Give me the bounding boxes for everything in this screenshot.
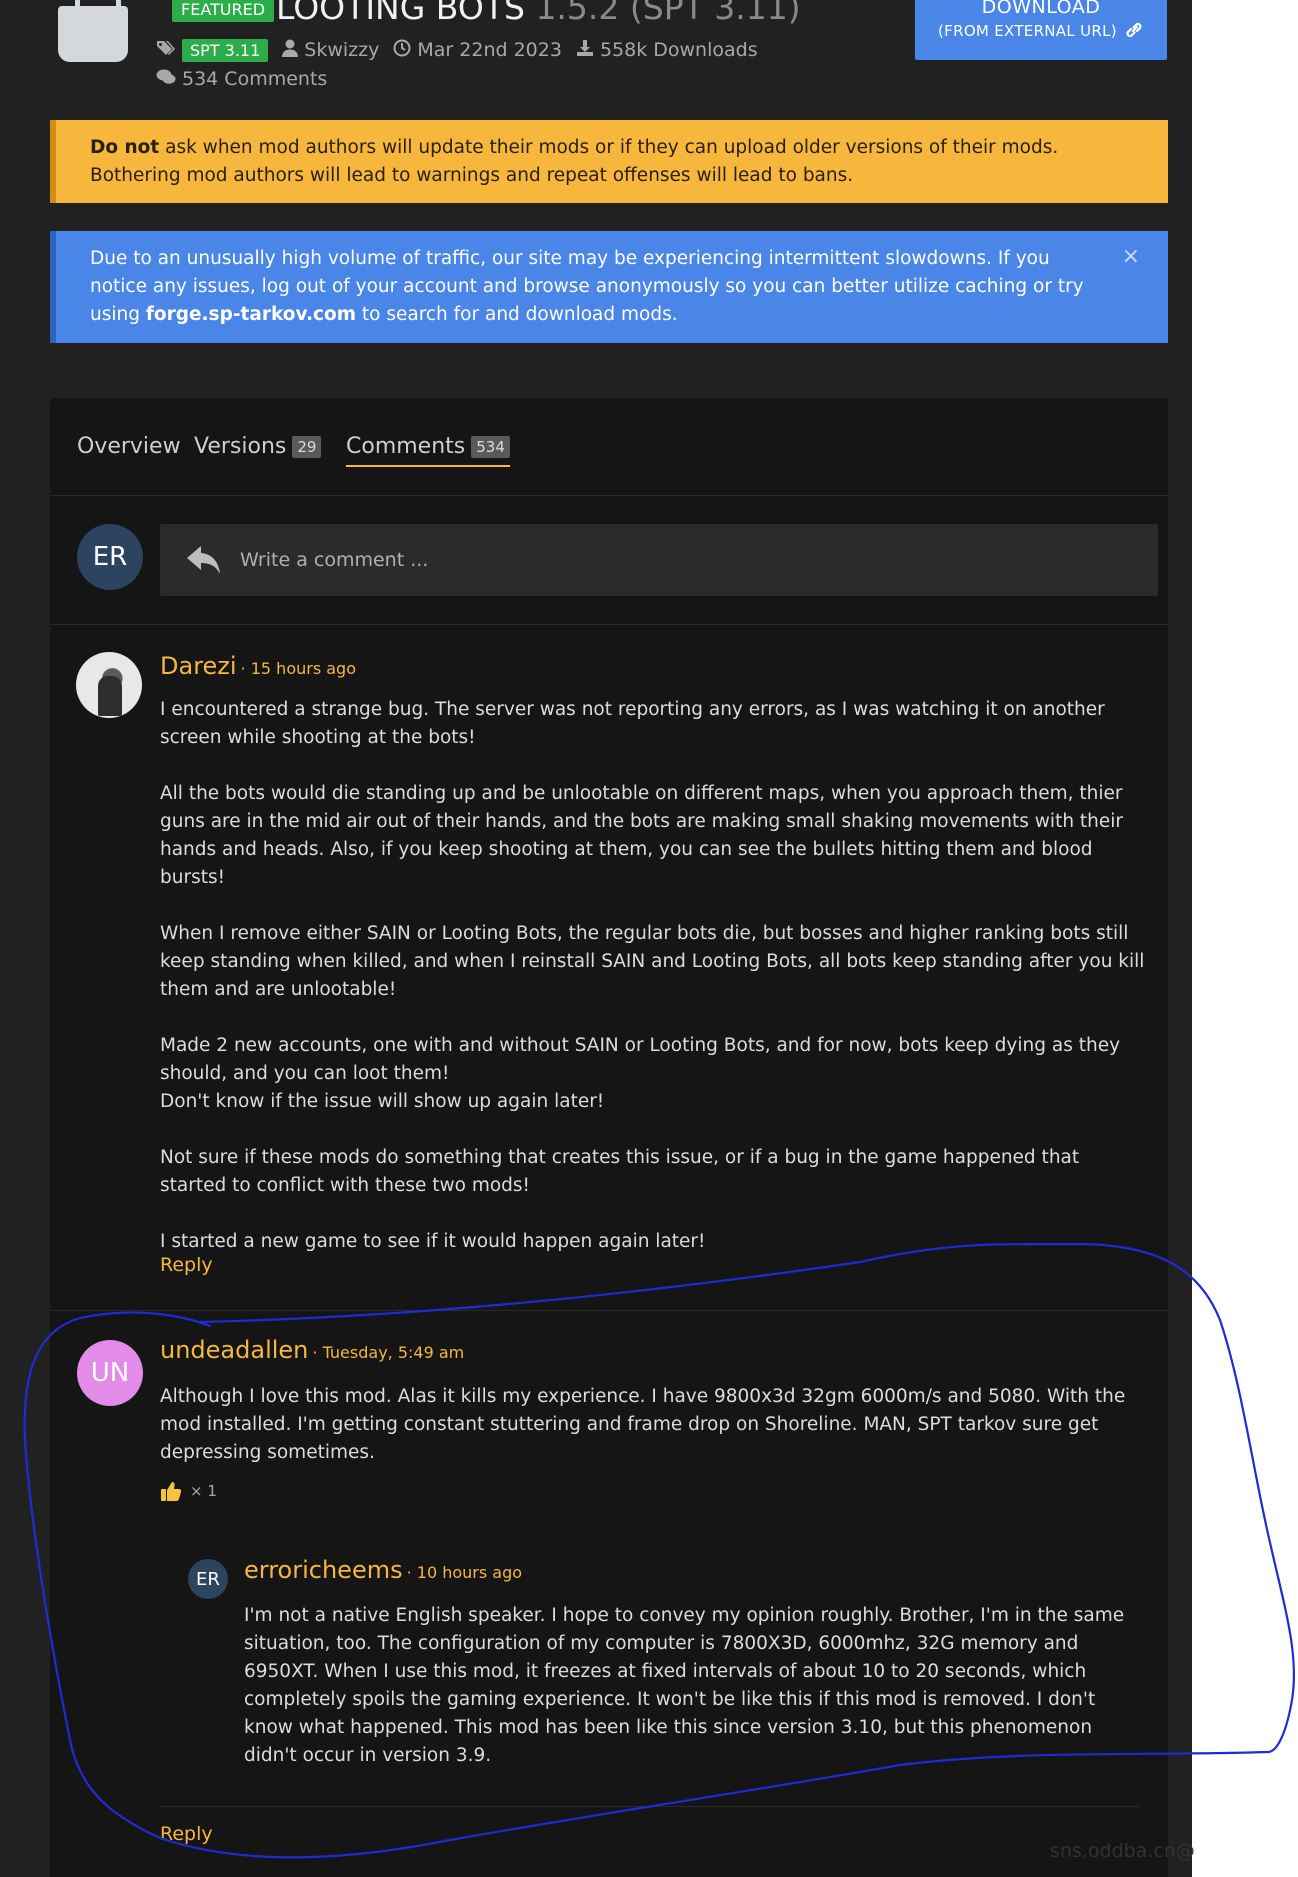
spt-version-badge[interactable]: SPT 3.11 — [182, 38, 269, 62]
meta-downloads: 558k Downloads — [576, 39, 758, 62]
forge-link[interactable]: forge.sp-tarkov.com — [146, 304, 356, 325]
comment-1-paragraph: When I remove either SAIN or Looting Bot… — [160, 923, 1145, 1000]
tab-overview-label: Overview — [77, 434, 181, 459]
tab-overview[interactable]: Overview — [77, 434, 181, 459]
comment-1-body: I encountered a strange bug. The server … — [160, 696, 1150, 1256]
meta-date: Mar 22nd 2023 — [393, 39, 562, 62]
comment-1-header: Darezi · 15 hours ago — [160, 652, 356, 680]
meta-comments[interactable]: 534 Comments — [156, 66, 327, 92]
comment-1-paragraph: All the bots would die standing up and b… — [160, 783, 1124, 888]
like-count: × 1 — [190, 1482, 217, 1500]
comment-1-time: · 15 hours ago — [240, 659, 356, 678]
mod-title-version: 1.5.2 (SPT 3.11) — [535, 0, 801, 27]
info-text-2: to search for and download mods. — [356, 304, 678, 325]
clock-icon — [393, 39, 411, 62]
comment-1-paragraph: Not sure if these mods do something that… — [160, 1147, 1080, 1196]
close-alert-icon[interactable]: × — [1122, 243, 1140, 271]
download-button[interactable]: DOWNLOAD (FROM EXTERNAL URL) — [915, 0, 1167, 60]
comment-1-paragraph: I started a new game to see if it would … — [160, 1231, 706, 1252]
comments-count-label: 534 Comments — [182, 68, 328, 90]
current-user-avatar: ER — [77, 524, 143, 590]
download-button-label: DOWNLOAD — [981, 0, 1101, 18]
comments-panel: Overview Versions 29 Comments 534 ER Wri… — [50, 398, 1168, 1877]
watermark: sns.oddba.cn@ — [1050, 1840, 1195, 1862]
meta-author[interactable]: Skwizzy — [282, 39, 379, 62]
comment-composer[interactable]: Write a comment ... — [160, 524, 1158, 596]
comment-2-reply-button[interactable]: Reply — [160, 1823, 213, 1845]
tag-icon — [156, 39, 176, 62]
undeadallen-avatar[interactable]: UN — [77, 1340, 143, 1406]
author-name: Skwizzy — [304, 39, 380, 61]
warning-text-2: Bothering mod authors will lead to warni… — [90, 165, 854, 186]
reply-1-author[interactable]: erroricheems — [244, 1556, 403, 1584]
comment-separator — [50, 1310, 1168, 1311]
reply-1-time: · 10 hours ago — [406, 1563, 523, 1582]
comment-2-header: undeadallen · Tuesday, 5:49 am — [160, 1336, 464, 1364]
warning-text-1: ask when mod authors will update their m… — [159, 137, 1059, 158]
composer-separator — [50, 624, 1168, 625]
comment-1-paragraph: Made 2 new accounts, one with and withou… — [160, 1035, 1121, 1112]
erroricheems-avatar[interactable]: ER — [188, 1559, 228, 1599]
comments-icon — [156, 68, 176, 90]
reply-1-body: I'm not a native English speaker. I hope… — [244, 1605, 1125, 1766]
comment-2-time: · Tuesday, 5:49 am — [312, 1343, 465, 1362]
featured-badge: FEATURED — [172, 0, 275, 22]
user-icon — [282, 39, 299, 62]
comment-2-author[interactable]: undeadallen — [160, 1336, 308, 1364]
warning-alert: Do not ask when mod authors will update … — [50, 120, 1168, 203]
comment-1-author[interactable]: Darezi — [160, 652, 237, 680]
comment-input-placeholder: Write a comment ... — [240, 549, 429, 571]
reply-arrow-icon — [184, 540, 224, 580]
tab-versions-label: Versions — [194, 434, 287, 459]
tab-comments-count: 534 — [471, 435, 510, 458]
tab-comments-label: Comments — [346, 434, 466, 459]
mod-meta-row: SPT 3.11 Skwizzy Mar 22nd 2023 558k Down… — [156, 37, 772, 63]
thumbs-up-icon — [160, 1480, 182, 1502]
tab-comments[interactable]: Comments 534 — [346, 434, 510, 467]
comment-2-reactions[interactable]: × 1 — [160, 1480, 217, 1502]
reply-1-header: erroricheems · 10 hours ago — [244, 1556, 522, 1584]
download-count: 558k Downloads — [599, 39, 758, 61]
tab-versions-count: 29 — [292, 435, 322, 458]
download-button-sublabel: (FROM EXTERNAL URL) — [915, 22, 1167, 40]
publish-date: Mar 22nd 2023 — [417, 39, 562, 61]
reply-separator — [160, 1806, 1140, 1807]
darezi-avatar[interactable] — [76, 652, 142, 718]
comment-1-reply-button[interactable]: Reply — [160, 1254, 213, 1276]
mod-title-name: LOOTING BOTS — [276, 0, 525, 27]
tab-versions[interactable]: Versions 29 — [194, 434, 322, 459]
page: FEATURED LOOTING BOTS 1.5.2 (SPT 3.11) S… — [0, 0, 1192, 1877]
external-link-icon — [1122, 22, 1144, 40]
mod-title: LOOTING BOTS 1.5.2 (SPT 3.11) — [276, 0, 801, 27]
mod-bag-icon — [58, 0, 128, 62]
info-alert: Due to an unusually high volume of traff… — [50, 231, 1168, 343]
download-icon — [576, 39, 594, 62]
comment-1-paragraph: I encountered a strange bug. The server … — [160, 699, 1105, 748]
tab-bar: Overview Versions 29 Comments 534 — [50, 398, 1168, 496]
meta-tags: SPT 3.11 — [156, 38, 269, 62]
comment-2-body: Although I love this mod. Alas it kills … — [160, 1386, 1126, 1463]
warning-bold: Do not — [90, 137, 160, 158]
